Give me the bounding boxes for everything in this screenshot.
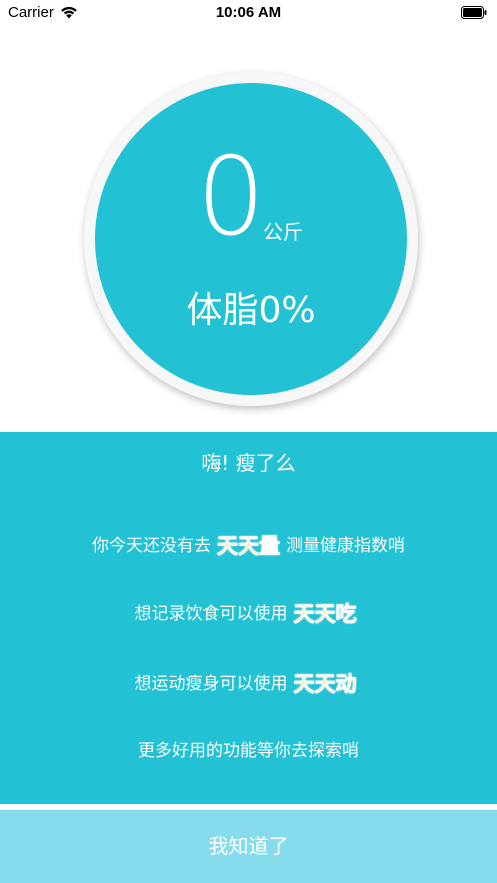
link-tiantiandong[interactable]: 天天动	[293, 672, 357, 697]
info-line-text: 更多好用的功能等你去探索哨	[138, 741, 359, 761]
info-line-measure: 你今天还没有去 天天量 测量健康指数哨	[0, 530, 497, 562]
info-line-explore: 更多好用的功能等你去探索哨	[0, 736, 497, 766]
panel-title: 嗨! 瘦了么	[201, 451, 296, 475]
info-line-text: 想记录饮食可以使用	[134, 604, 288, 624]
got-it-button[interactable]: 我知道了	[0, 810, 497, 883]
link-tiantianliang[interactable]: 天天量	[217, 534, 281, 559]
status-bar: Carrier 10:06 AM	[0, 0, 497, 26]
info-line-text: 你今天还没有去	[92, 536, 211, 556]
info-line-exercise: 想运动瘦身可以使用 天天动	[0, 668, 497, 700]
link-tiantianchi[interactable]: 天天吃	[293, 602, 357, 627]
status-time: 10:06 AM	[215, 4, 282, 21]
weight-unit: 公斤	[263, 220, 303, 244]
weight-value: 0	[196, 135, 266, 260]
body-fat-label: 体脂0%	[186, 290, 316, 331]
info-line-text: 测量健康指数哨	[286, 536, 405, 556]
info-line-text: 想运动瘦身可以使用	[134, 674, 288, 694]
battery-icon	[461, 6, 487, 19]
info-line-diet: 想记录饮食可以使用 天天吃	[0, 598, 497, 630]
